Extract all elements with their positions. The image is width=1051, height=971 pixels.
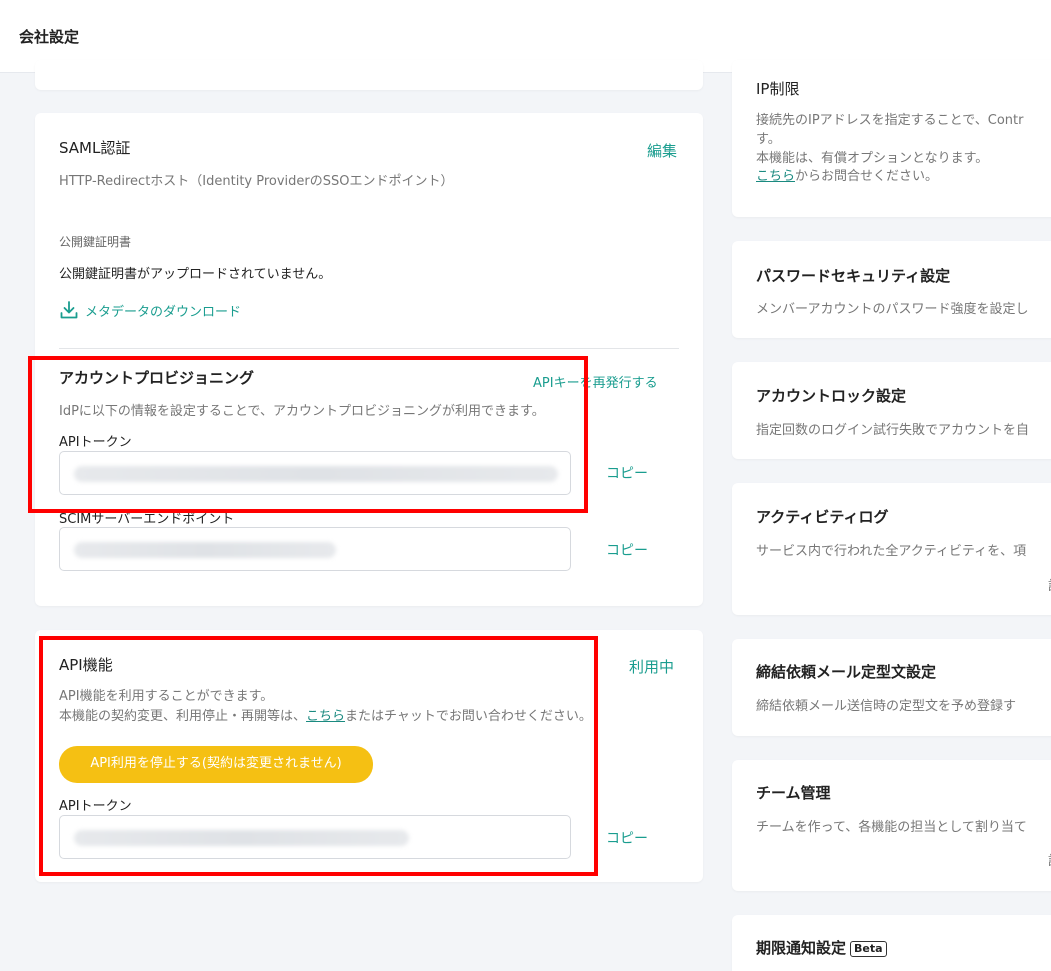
account-lock-card[interactable]: アカウントロック設定 指定回数のログイン試行失敗でアカウントを自 [732,362,1051,459]
download-icon [60,301,78,319]
metadata-download-link[interactable]: メタデータのダウンロード [59,300,241,320]
ip-restriction-card[interactable]: IP制限 接続先のIPアドレスを指定することで、Contr す。 本機能は、有償… [732,60,1051,217]
activity-desc: サービス内で行われた全アクティビティを、項 [756,544,1027,559]
highlight-api [39,636,598,876]
activity-title: アクティビティログ [756,508,889,526]
scim-endpoint-field[interactable] [59,527,571,571]
ip-desc-4: こちらからお問合せください。 [756,165,938,184]
ip-desc-2: す。 [756,132,781,147]
saml-subtitle: HTTP-Redirectホスト（Identity ProviderのSSOエン… [59,174,454,189]
lock-title: アカウントロック設定 [756,387,907,405]
ip-title: IP制限 [756,80,800,98]
team-desc: チームを作って、各機能の担当として割り当て [756,820,1027,835]
cert-status: 公開鍵証明書がアップロードされていません。 [59,267,332,282]
api-status: 利用中 [629,658,675,676]
deadline-title: 期限通知設定 [756,939,847,957]
previous-card [35,60,703,90]
download-label: メタデータのダウンロード [85,304,242,320]
ip-desc-4-post: からお問合せください。 [795,169,939,184]
highlight-provisioning [28,356,588,513]
copy-api-token-button[interactable]: コピー [606,828,648,848]
activity-log-card[interactable]: アクティビティログ サービス内で行われた全アクティビティを、項 詳 [732,483,1051,615]
mail-template-card[interactable]: 締結依頼メール定型文設定 締結依頼メール送信時の定型文を予め登録す [732,639,1051,736]
deadline-notice-card[interactable]: 期限通知設定 Beta [732,915,1051,971]
team-title: チーム管理 [756,784,831,802]
saml-title: SAML認証 [59,139,131,157]
page-title: 会社設定 [19,28,80,46]
ip-contact-link[interactable]: こちら [756,169,795,184]
team-management-card[interactable]: チーム管理 チームを作って、各機能の担当として割り当て 詳 [732,760,1051,891]
lock-desc: 指定回数のログイン試行失敗でアカウントを自 [756,423,1030,438]
ip-desc-1: 接続先のIPアドレスを指定することで、Contr [756,113,1024,128]
mail-desc: 締結依頼メール送信時の定型文を予め登録す [756,699,1017,714]
section-divider [59,348,679,349]
password-title: パスワードセキュリティ設定 [756,267,951,285]
copy-scim-button[interactable]: コピー [606,540,648,560]
saml-edit-link[interactable]: 編集 [647,140,677,161]
copy-token-button[interactable]: コピー [606,463,648,483]
mail-title: 締結依頼メール定型文設定 [756,663,937,681]
beta-badge: Beta [850,941,887,957]
redacted-endpoint [74,542,336,558]
cert-label: 公開鍵証明書 [59,235,132,249]
deadline-title-row: 期限通知設定 Beta [756,937,887,958]
password-security-card[interactable]: パスワードセキュリティ設定 メンバーアカウントのパスワード強度を設定し [732,241,1051,338]
ip-desc-3: 本機能は、有償オプションとなります。 [756,151,989,166]
password-desc: メンバーアカウントのパスワード強度を設定し [756,302,1029,317]
